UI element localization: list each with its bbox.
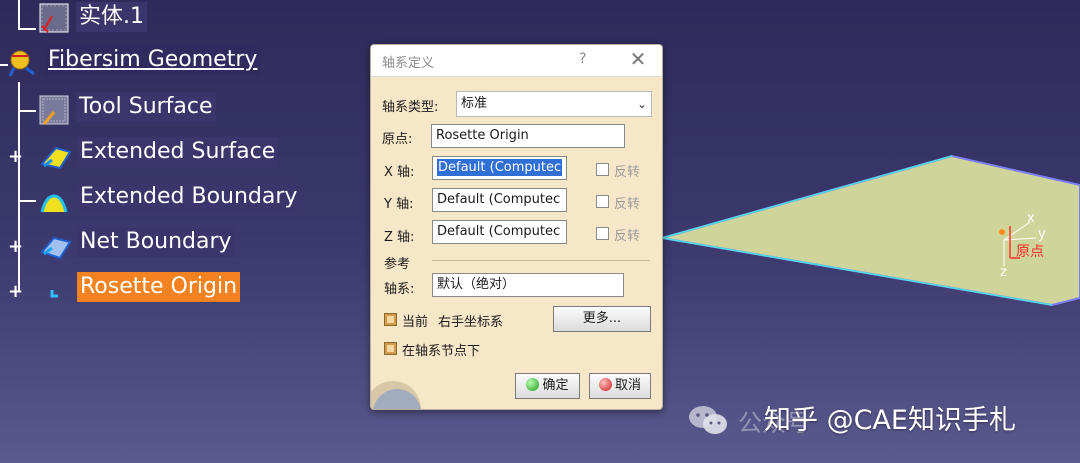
origin-label: 原点 (1016, 244, 1044, 260)
z-reverse-label: 反转 (614, 229, 641, 244)
decorative-globe-icon (371, 381, 421, 409)
y-axis-field[interactable]: Default (Computec (432, 188, 567, 212)
z-reverse-checkbox[interactable] (596, 227, 609, 240)
tree-item-rosette-origin[interactable]: Rosette Origin (77, 272, 241, 302)
expand-icon[interactable]: + (8, 148, 23, 166)
axis-type-value: 标准 (461, 96, 488, 111)
rosette-origin-icon (50, 290, 58, 298)
solid-body-icon (39, 3, 69, 33)
close-button[interactable]: ✕ (627, 48, 649, 70)
axis-system-label: 轴系: (384, 282, 415, 297)
under-node-checkbox[interactable] (384, 342, 397, 355)
current-checkbox[interactable] (384, 313, 397, 326)
y-reverse-checkbox[interactable] (596, 195, 609, 208)
expand-icon[interactable]: + (8, 238, 23, 256)
ok-button[interactable]: 确定 (515, 373, 580, 399)
cancel-label: 取消 (614, 378, 641, 393)
z-axis-label: Z 轴: (384, 230, 415, 245)
tree-connector (18, 0, 20, 30)
tree-item-extended-surface[interactable]: Extended Surface (77, 137, 279, 167)
under-node-label: 在轴系节点下 (402, 344, 481, 359)
axis-system-field[interactable]: 默认（绝对） (432, 273, 624, 297)
tool-surface-icon (39, 95, 69, 125)
origin-field[interactable]: Rosette Origin (431, 124, 625, 148)
dialog-title: 轴系定义 (382, 56, 435, 71)
tree-connector (18, 82, 20, 292)
tree-item-net-boundary[interactable]: Net Boundary (77, 227, 235, 257)
chevron-down-icon: ⌄ (636, 97, 647, 111)
wechat-icon (689, 406, 727, 434)
x-reverse-checkbox[interactable] (596, 163, 609, 176)
z-axis-field[interactable]: Default (Computec (432, 220, 567, 244)
origin-value: Rosette Origin (436, 128, 529, 143)
axis-y-label: y (1038, 227, 1046, 242)
cancel-icon (598, 378, 612, 391)
reference-section-label: 参考 (384, 257, 411, 272)
axis-x-label: x (1027, 211, 1035, 226)
tree-item-solid-body[interactable]: 实体.1 (76, 2, 147, 32)
current-label: 当前 (402, 315, 429, 330)
cancel-button[interactable]: 取消 (589, 373, 651, 399)
extended-boundary-icon (40, 194, 68, 213)
tree-item-extended-boundary[interactable]: Extended Boundary (77, 182, 301, 212)
extended-surface-icon (40, 146, 72, 170)
ok-label: 确定 (542, 378, 569, 393)
tree-connector (18, 200, 36, 202)
x-reverse-label: 反转 (614, 165, 641, 180)
watermark-text: 知乎 @CAE知识手札 (764, 405, 1016, 436)
axis-system-value: 默认（绝对） (437, 277, 516, 292)
y-axis-label: Y 轴: (384, 197, 414, 212)
x-axis-field[interactable]: Default (Computec (432, 156, 567, 180)
y-axis-value: Default (Computec (437, 192, 561, 207)
dialog-titlebar[interactable]: 轴系定义 ? ✕ (371, 45, 662, 77)
y-reverse-label: 反转 (614, 197, 641, 212)
axis-type-dropdown[interactable]: 标准 ⌄ (456, 91, 652, 117)
z-axis-value: Default (Computec (437, 224, 561, 239)
more-button[interactable]: 更多... (553, 306, 651, 332)
net-boundary-icon (40, 236, 72, 260)
ok-icon (526, 378, 540, 391)
tree-connector (18, 28, 36, 30)
right-hand-label: 右手坐标系 (438, 315, 504, 330)
axis-z-label: z (1000, 265, 1007, 280)
x-axis-label: X 轴: (384, 165, 415, 180)
origin-field-label: 原点: (382, 132, 413, 147)
expand-icon[interactable]: + (8, 283, 23, 301)
tree-connector (18, 110, 36, 112)
reference-separator (432, 260, 650, 261)
fibersim-geometry-icon (8, 50, 35, 77)
help-button[interactable]: ? (579, 51, 586, 67)
x-axis-value: Default (Computec (437, 159, 563, 176)
tree-item-fibersim-geometry[interactable]: Fibersim Geometry (45, 45, 261, 75)
axis-type-label: 轴系类型: (382, 100, 439, 115)
tree-item-tool-surface[interactable]: Tool Surface (76, 92, 216, 122)
